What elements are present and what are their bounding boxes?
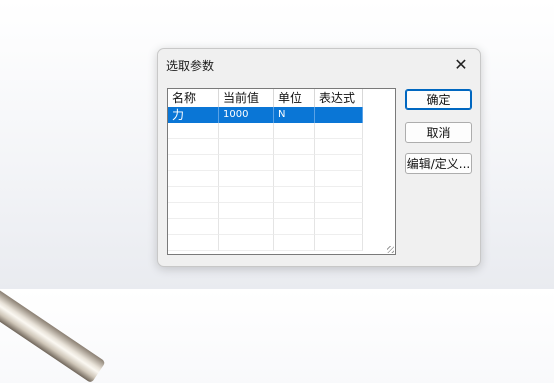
dialog-title: 选取参数 (166, 59, 215, 73)
table-row-empty (168, 187, 363, 203)
cell-name: 力 (168, 107, 219, 123)
close-icon[interactable]: ✕ (450, 53, 472, 75)
edit-define-button[interactable]: 编辑/定义... (405, 153, 472, 174)
resize-grip-icon[interactable] (387, 246, 394, 253)
table-row-selected[interactable]: 力 1000 N (168, 107, 363, 123)
column-header-unit[interactable]: 单位 (274, 89, 315, 107)
table-row-empty (168, 203, 363, 219)
ok-button[interactable]: 确定 (405, 89, 472, 110)
table-row-empty (168, 139, 363, 155)
table-row-empty (168, 171, 363, 187)
table-row-empty (168, 123, 363, 139)
table-row-empty (168, 155, 363, 171)
column-header-name[interactable]: 名称 (168, 89, 219, 107)
cell-unit: N (274, 107, 315, 123)
column-header-expression[interactable]: 表达式 (315, 89, 363, 107)
background-rod-graphic (0, 250, 106, 383)
parameter-list[interactable]: 名称 当前值 单位 表达式 力 1000 N (167, 88, 396, 255)
list-header: 名称 当前值 单位 表达式 (168, 89, 363, 107)
cell-expression (315, 107, 363, 123)
cancel-button[interactable]: 取消 (405, 122, 472, 143)
table-row-empty (168, 235, 363, 251)
select-parameter-dialog: 选取参数 ✕ 名称 当前值 单位 表达式 力 1000 N 确定 取消 编辑/定… (157, 48, 481, 267)
cell-current-value: 1000 (219, 107, 274, 123)
table-row-empty (168, 219, 363, 235)
column-header-current-value[interactable]: 当前值 (219, 89, 274, 107)
